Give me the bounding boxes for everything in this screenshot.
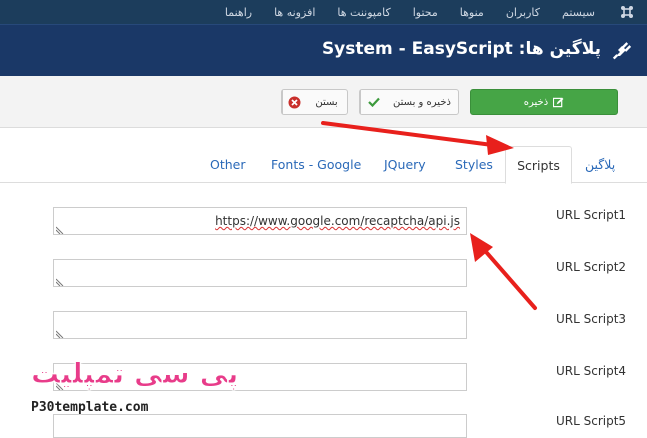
- url-script1-label: URL Script1: [556, 208, 627, 222]
- arrow-to-url-field: [470, 233, 537, 310]
- plug-icon: [612, 42, 632, 60]
- url-script2-field[interactable]: [53, 259, 467, 287]
- close-button[interactable]: بستن: [281, 89, 348, 115]
- tab-plugin[interactable]: پلاگین: [585, 146, 615, 183]
- watermark-brand: پی سی تمپلیت: [30, 357, 239, 391]
- tab-scripts[interactable]: Scripts: [505, 146, 572, 184]
- url-script4-label: URL Script4: [556, 364, 627, 378]
- menu-system[interactable]: سیستم: [562, 6, 595, 19]
- menu-users[interactable]: کاربران: [506, 6, 540, 19]
- watermark-site: P30template.com: [31, 400, 149, 415]
- toolbar: ذخیره ذخیره و بستن بستن: [0, 76, 647, 128]
- cancel-circle-icon: [282, 90, 306, 114]
- save-label: ذخیره: [523, 96, 549, 108]
- resize-grip-icon[interactable]: [56, 278, 64, 286]
- tab-jquery[interactable]: JQuery: [384, 146, 426, 183]
- url-script1-value: https://www.google.com/recaptcha/api.js: [215, 214, 460, 228]
- save-and-close-label: ذخیره و بستن: [393, 96, 451, 108]
- tab-bar: پلاگین Scripts Styles JQuery Fonts - Goo…: [0, 146, 647, 184]
- url-script5-label: URL Script5: [556, 414, 627, 428]
- resize-grip-icon[interactable]: [56, 330, 64, 338]
- menu-content[interactable]: محتوا: [413, 6, 438, 19]
- check-icon: [360, 90, 386, 114]
- menu-components[interactable]: کامپوننت ها: [337, 6, 390, 19]
- menu-help[interactable]: راهنما: [225, 6, 252, 19]
- url-script2-label: URL Script2: [556, 260, 627, 274]
- watermark-logo: پی سی تمپلیت P30template.com: [29, 357, 238, 427]
- url-script3-label: URL Script3: [556, 312, 627, 326]
- resize-grip-icon[interactable]: [56, 226, 64, 234]
- joomla-logo-icon[interactable]: [619, 4, 635, 20]
- tab-other[interactable]: Other: [210, 146, 246, 183]
- tab-fonts-google[interactable]: Fonts - Google: [271, 146, 361, 183]
- page-title: پلاگین ها: System - EasyScript: [321, 39, 601, 59]
- tab-styles[interactable]: Styles: [455, 146, 493, 183]
- url-script1-field[interactable]: https://www.google.com/recaptcha/api.js: [53, 207, 467, 235]
- top-menu: سیستم کاربران منوها محتوا کامپوننت ها اف…: [225, 0, 595, 24]
- close-label: بستن: [315, 96, 338, 108]
- save-button[interactable]: ذخیره: [470, 89, 618, 115]
- page-header: پلاگین ها: System - EasyScript: [0, 24, 647, 76]
- edit-icon: [553, 97, 564, 107]
- menu-menus[interactable]: منوها: [460, 6, 484, 19]
- url-script3-field[interactable]: [53, 311, 467, 339]
- top-navbar: سیستم کاربران منوها محتوا کامپوننت ها اف…: [0, 0, 647, 24]
- menu-extensions[interactable]: افزونه ها: [274, 6, 315, 19]
- save-and-close-button[interactable]: ذخیره و بستن: [359, 89, 459, 115]
